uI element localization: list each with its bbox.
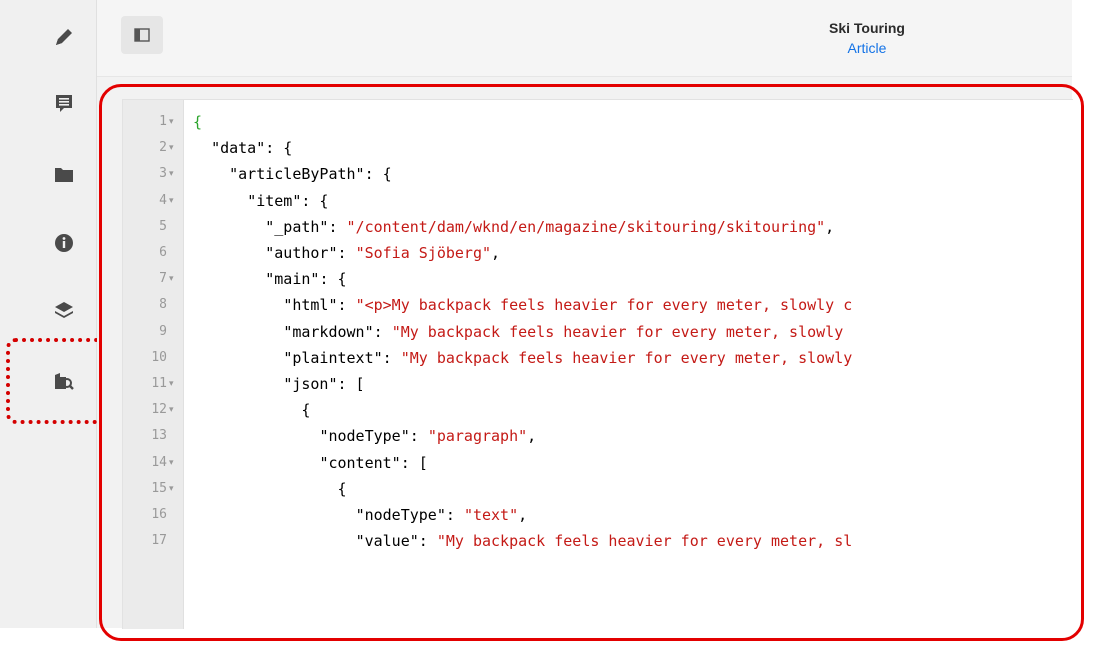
- line-number: 3: [159, 166, 167, 182]
- json-punctuation: {: [193, 113, 203, 131]
- json-key: "value": [355, 532, 419, 551]
- content-model-link[interactable]: Article: [817, 40, 917, 56]
- code-text: "item": {: [193, 188, 328, 214]
- code-text: "author": "Sofia Sjöberg",: [265, 244, 501, 262]
- json-key: "main": [265, 270, 320, 289]
- json-editor[interactable]: 1 ▾{2 ▾ "data": {3 ▾ "articleByPath": {4 ▾ "…: [122, 99, 1073, 629]
- json-punctuation: {: [337, 479, 347, 498]
- code-text: "value": "My backpack feels heavier for …: [355, 532, 853, 551]
- code-text: {: [193, 476, 347, 502]
- line-number: 7: [159, 271, 167, 287]
- json-string-value: "paragraph": [427, 427, 528, 446]
- line-number: 8: [159, 297, 167, 313]
- side-panel-icon: [134, 28, 150, 42]
- fold-toggle-icon[interactable]: ▾: [169, 161, 174, 187]
- json-punctuation: : {: [301, 191, 329, 210]
- code-text: "_path": "/content/dam/wknd/en/magazine/…: [265, 217, 835, 236]
- json-string-value: "My backpack feels heavier for every met…: [436, 532, 853, 551]
- json-string-value: "My backpack feels heavier for every met…: [400, 348, 853, 367]
- json-punctuation: : {: [319, 270, 347, 289]
- info-icon[interactable]: [44, 223, 84, 263]
- json-punctuation: ,: [518, 506, 528, 524]
- layers-icon[interactable]: [44, 290, 84, 330]
- json-punctuation: : [: [400, 453, 428, 472]
- line-number: 4: [159, 192, 167, 208]
- code-text: "main": {: [193, 266, 347, 292]
- fold-toggle-icon[interactable]: ▾: [169, 371, 174, 397]
- json-key: "json": [283, 375, 338, 393]
- json-key: "articleByPath": [229, 165, 365, 184]
- code-text: {: [193, 109, 202, 135]
- code-text: "content": [: [193, 450, 428, 476]
- left-rail: [0, 0, 97, 628]
- json-key: "plaintext": [283, 348, 383, 367]
- line-number: 9: [159, 323, 167, 339]
- fold-toggle-icon[interactable]: ▾: [169, 397, 174, 423]
- header-bar: Ski Touring Article: [97, 0, 1072, 77]
- json-key: "data": [211, 139, 266, 158]
- line-number: 17: [151, 533, 167, 549]
- folder-icon[interactable]: [44, 155, 84, 195]
- json-punctuation: : [: [337, 375, 365, 393]
- json-string-value: "text": [463, 506, 519, 524]
- line-number: 5: [159, 218, 167, 234]
- code-text: "articleByPath": {: [193, 161, 392, 187]
- code-text: "nodeType": "paragraph",: [319, 427, 537, 446]
- page-title: Ski Touring: [829, 20, 905, 36]
- json-punctuation: ,: [825, 217, 835, 236]
- line-number: 12: [151, 402, 167, 418]
- json-string-value: "My backpack feels heavier for every met…: [391, 322, 844, 341]
- content-area: 1 ▾{2 ▾ "data": {3 ▾ "articleByPath": {4 ▾ "…: [97, 77, 1073, 629]
- line-number: 10: [151, 349, 167, 365]
- line-number: 14: [151, 454, 167, 470]
- json-key: "content": [319, 453, 401, 472]
- json-string-value: "/content/dam/wknd/en/magazine/skitourin…: [346, 217, 826, 236]
- fold-toggle-icon[interactable]: ▾: [169, 476, 174, 502]
- edit-icon[interactable]: [44, 17, 84, 57]
- code-text: "plaintext": "My backpack feels heavier …: [283, 348, 853, 367]
- fold-toggle-icon[interactable]: ▾: [169, 450, 174, 476]
- line-number: 16: [151, 507, 167, 522]
- json-key: "nodeType": [319, 427, 410, 446]
- code-text: "data": {: [193, 135, 292, 161]
- code-text: "nodeType": "text",: [355, 506, 528, 524]
- json-string-value: "Sofia Sjöberg": [355, 244, 492, 262]
- code-text: {: [193, 397, 310, 423]
- code-text: "json": [: [193, 371, 365, 397]
- json-punctuation: ,: [491, 244, 501, 262]
- line-number: 11: [151, 376, 167, 391]
- fold-toggle-icon[interactable]: ▾: [169, 266, 174, 292]
- fold-toggle-icon[interactable]: ▾: [169, 109, 174, 135]
- json-key: "markdown": [283, 322, 374, 341]
- json-key: "author": [265, 244, 338, 262]
- line-number: 2: [159, 140, 167, 156]
- json-punctuation: : {: [364, 165, 392, 184]
- json-key: "item": [247, 191, 302, 210]
- code-text: "html": "<p>My backpack feels heavier fo…: [283, 296, 853, 315]
- line-number: 6: [159, 245, 167, 260]
- json-key: "nodeType": [355, 506, 446, 524]
- line-number: 1: [159, 114, 167, 129]
- comments-icon[interactable]: [44, 84, 84, 124]
- fold-toggle-icon[interactable]: ▾: [169, 188, 174, 214]
- json-key: "_path": [265, 217, 329, 236]
- line-number: 13: [151, 428, 167, 444]
- json-punctuation: {: [301, 401, 311, 420]
- json-punctuation: ,: [527, 427, 537, 446]
- code-text: "markdown": "My backpack feels heavier f…: [283, 322, 844, 341]
- json-string-value: "<p>My backpack feels heavier for every …: [355, 296, 853, 315]
- line-number: 15: [151, 480, 167, 496]
- fold-toggle-icon[interactable]: ▾: [169, 135, 174, 161]
- json-punctuation: : {: [265, 139, 293, 158]
- json-key: "html": [283, 296, 338, 315]
- toggle-side-panel-button[interactable]: [121, 16, 163, 54]
